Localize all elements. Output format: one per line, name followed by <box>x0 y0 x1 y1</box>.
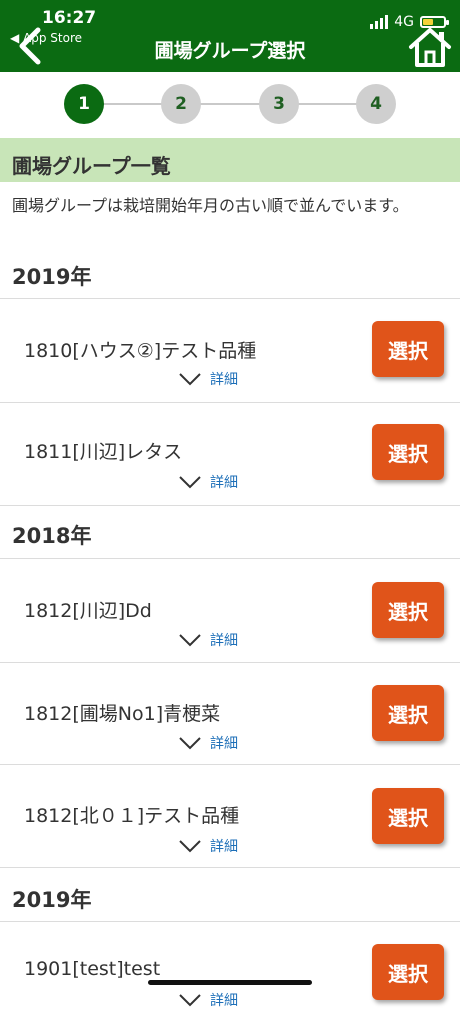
divider <box>0 764 460 765</box>
step-2: 2 <box>161 84 201 124</box>
detail-label: 詳細 <box>210 839 238 855</box>
divider <box>0 298 460 299</box>
detail-label: 詳細 <box>210 475 238 491</box>
select-button[interactable]: 選択 <box>372 424 444 480</box>
chevron-down-icon <box>179 737 201 750</box>
signal-icon <box>370 15 389 29</box>
detail-toggle[interactable]: 詳細 <box>178 630 238 650</box>
detail-toggle[interactable]: 詳細 <box>178 733 238 753</box>
divider <box>0 505 460 506</box>
detail-toggle[interactable]: 詳細 <box>178 836 238 856</box>
group-name: 1812[圃場No1]青梗菜 <box>24 703 221 725</box>
section-title: 圃場グループ一覧 <box>12 154 171 178</box>
step-1: 1 <box>64 84 104 124</box>
page-title: 圃場グループ選択 <box>154 40 306 62</box>
chevron-down-icon <box>179 994 201 1007</box>
divider <box>0 921 460 922</box>
detail-label: 詳細 <box>210 372 238 388</box>
sort-note: 圃場グループは栽培開始年月の古い順で並んでいます。 <box>12 196 409 215</box>
divider <box>0 867 460 868</box>
divider <box>0 662 460 663</box>
select-button[interactable]: 選択 <box>372 582 444 638</box>
select-button[interactable]: 選択 <box>372 685 444 741</box>
chevron-down-icon <box>179 373 201 386</box>
select-button[interactable]: 選択 <box>372 788 444 844</box>
group-name: 1810[ハウス②]テスト品種 <box>24 340 257 362</box>
divider <box>0 402 460 403</box>
home-button[interactable] <box>408 26 452 68</box>
header-bar: 16:27 ◀ App Store 4G 圃場グループ選択 <box>0 0 460 72</box>
home-indicator <box>148 980 312 985</box>
step-connector <box>82 103 378 105</box>
select-button[interactable]: 選択 <box>372 321 444 377</box>
home-icon <box>409 28 451 67</box>
detail-toggle[interactable]: 詳細 <box>178 990 238 1010</box>
detail-toggle[interactable]: 詳細 <box>178 369 238 389</box>
detail-label: 詳細 <box>210 736 238 752</box>
chevron-down-icon <box>179 840 201 853</box>
step-4: 4 <box>356 84 396 124</box>
group-name: 1811[川辺]レタス <box>24 441 183 463</box>
group-name: 1812[川辺]Dd <box>24 600 152 622</box>
detail-label: 詳細 <box>210 633 238 649</box>
step-3: 3 <box>259 84 299 124</box>
year-heading: 2019年 <box>12 265 92 289</box>
select-button[interactable]: 選択 <box>372 944 444 1000</box>
detail-label: 詳細 <box>210 993 238 1009</box>
group-name: 1812[北０１]テスト品種 <box>24 805 240 827</box>
detail-toggle[interactable]: 詳細 <box>178 472 238 492</box>
divider <box>0 558 460 559</box>
group-name: 1901[test]test <box>24 958 161 980</box>
chevron-down-icon <box>179 634 201 647</box>
year-heading: 2018年 <box>12 524 92 548</box>
year-heading: 2019年 <box>12 888 92 912</box>
chevron-down-icon <box>179 476 201 489</box>
status-time: 16:27 <box>42 8 97 28</box>
